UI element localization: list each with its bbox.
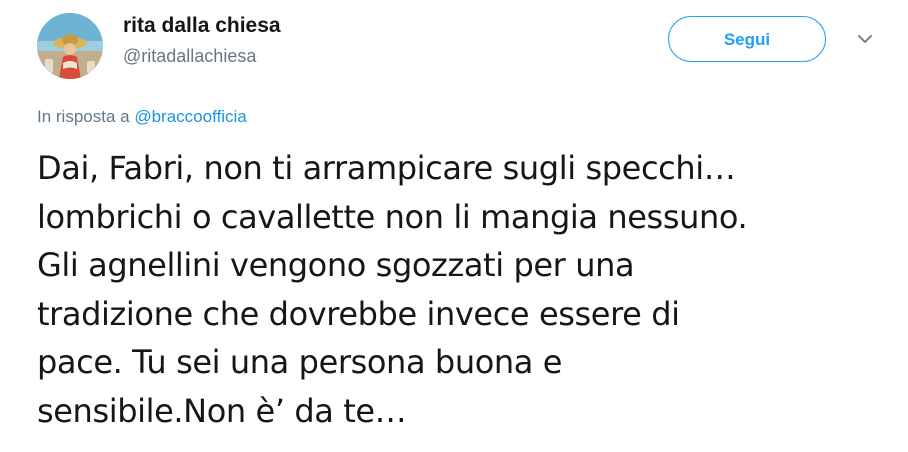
tweet-text-line: pace. Tu sei una persona buona e	[37, 343, 563, 381]
reply-mention-link[interactable]: @braccoofficia	[134, 107, 246, 126]
tweet-text-line: Gli agnellini vengono sgozzati per una	[37, 246, 635, 284]
chevron-down-icon[interactable]	[854, 28, 876, 50]
tweet-text: Dai, Fabri, non ti arrampicare sugli spe…	[37, 144, 897, 435]
tweet-card: rita dalla chiesa @ritadallachiesa Segui…	[0, 0, 908, 452]
avatar-image	[37, 13, 103, 79]
follow-button[interactable]: Segui	[668, 16, 826, 62]
screen-name[interactable]: @ritadallachiesa	[123, 44, 281, 68]
avatar[interactable]	[37, 13, 103, 79]
tweet-text-line: sensibile.Non è’ da te…	[37, 391, 407, 430]
author-info[interactable]: rita dalla chiesa @ritadallachiesa	[123, 13, 281, 68]
reply-context: In risposta a @braccoofficia	[37, 105, 247, 129]
tweet-text-line: lombrichi o cavallette non li mangia nes…	[37, 197, 748, 236]
tweet-text-line: Dai, Fabri, non ti arrampicare sugli spe…	[37, 149, 736, 187]
reply-context-prefix: In risposta a	[37, 107, 135, 126]
display-name[interactable]: rita dalla chiesa	[123, 13, 281, 39]
tweet-text-line: tradizione che dovrebbe invece essere di	[37, 294, 680, 333]
